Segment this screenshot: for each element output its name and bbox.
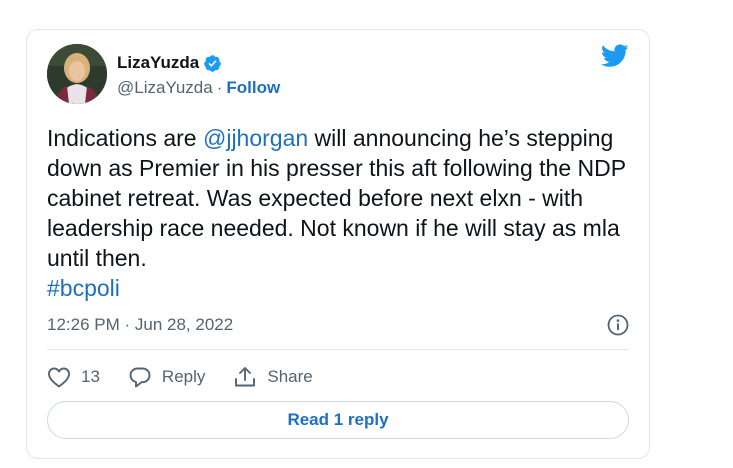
info-icon[interactable]	[607, 314, 629, 336]
like-count: 13	[81, 367, 100, 386]
handle-separator: ·	[216, 78, 223, 97]
share-label: Share	[267, 367, 313, 386]
share-button[interactable]: Share	[233, 366, 313, 388]
reply-label: Reply	[161, 367, 206, 386]
verified-badge-icon	[203, 54, 222, 73]
user-names: LizaYuzda @LizaYuzda · Follow	[117, 52, 280, 98]
twitter-bird-icon[interactable]	[600, 44, 629, 68]
action-bar: 13 Reply Share	[47, 363, 341, 391]
tweet-meta: 12:26 PM · Jun 28, 2022	[47, 313, 629, 337]
reply-bubble-icon	[129, 367, 151, 388]
mention-link[interactable]: @jjhorgan	[203, 125, 308, 151]
follow-button[interactable]: Follow	[226, 78, 280, 98]
read-reply-label: Read 1 reply	[287, 410, 389, 429]
reply-button[interactable]: Reply	[128, 366, 205, 388]
user-handle[interactable]: @LizaYuzda	[117, 78, 213, 98]
share-icon	[235, 367, 256, 387]
tweet-card: LizaYuzda @LizaYuzda · Follow Indication…	[26, 29, 650, 459]
tweet-header: LizaYuzda @LizaYuzda · Follow	[47, 44, 629, 106]
tweet-text-part1: Indications are	[47, 125, 203, 151]
hashtag-link[interactable]: #bcpoli	[47, 275, 120, 301]
heart-icon	[48, 367, 70, 388]
divider	[47, 349, 629, 350]
avatar[interactable]	[47, 44, 107, 104]
like-button[interactable]: 13	[47, 366, 100, 388]
read-reply-button[interactable]: Read 1 reply	[47, 401, 629, 439]
display-name[interactable]: LizaYuzda	[117, 53, 199, 73]
timestamp[interactable]: 12:26 PM · Jun 28, 2022	[47, 315, 233, 335]
tweet-text: Indications are @jjhorgan will announcin…	[47, 123, 637, 303]
